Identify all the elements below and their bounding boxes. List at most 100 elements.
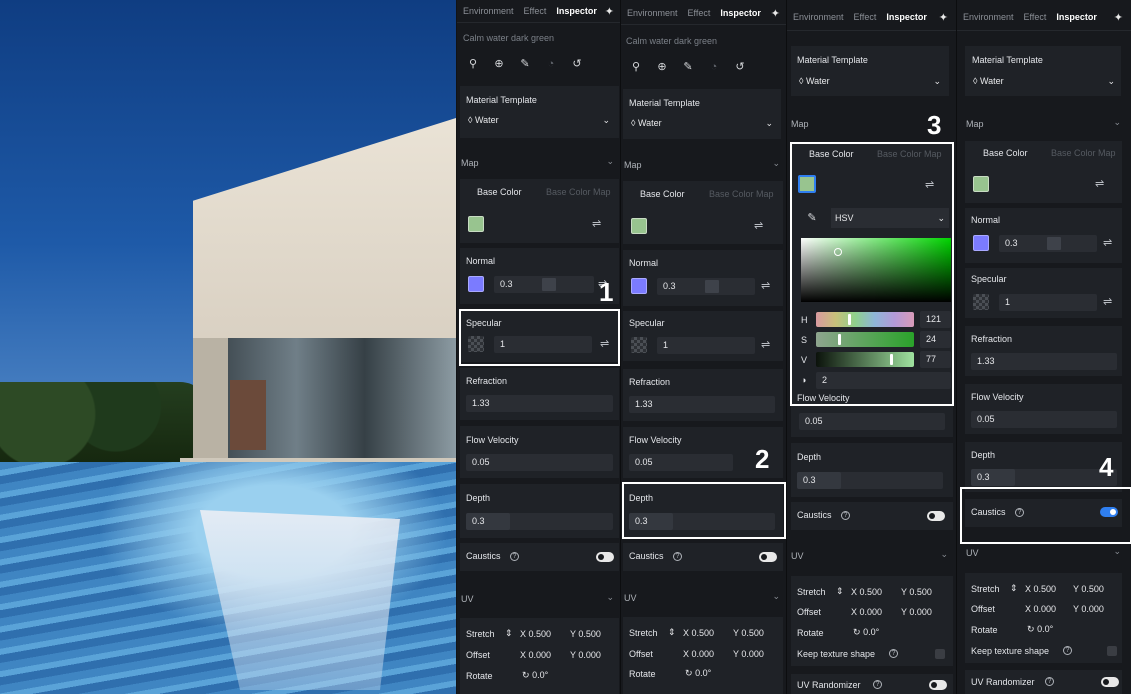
link-material-icon[interactable]: ⚲ [626,57,646,77]
material-template-dropdown[interactable]: ◊ Water ⌄ [464,110,614,130]
edit-material-icon[interactable]: ✎ [515,54,535,74]
tab-environment[interactable]: Environment [793,12,844,22]
tab-environment[interactable]: Environment [627,8,678,18]
link-icon[interactable]: ⇕ [1010,583,1018,594]
adjust-sliders-icon[interactable]: ⇌ [754,219,763,232]
specular-field[interactable]: 1 [999,294,1097,311]
add-material-icon[interactable]: ⊕ [489,54,509,74]
stretch-x-value[interactable]: 0.500 [860,587,883,597]
offset-y-value[interactable]: 0.000 [741,649,764,659]
chevron-down-icon[interactable]: ⌄ [606,156,614,167]
rotate-value[interactable]: 0.0° [695,668,711,678]
base-color-tab[interactable]: Base Color [640,189,685,199]
help-icon[interactable]: ? [510,552,519,561]
link-icon[interactable]: ⇕ [668,627,676,638]
tab-inspector[interactable]: Inspector [886,12,927,22]
base-color-tab[interactable]: Base Color [983,148,1028,158]
tab-effect[interactable]: Effect [1024,12,1047,22]
material-template-dropdown[interactable]: ◊ Water ⌄ [795,71,945,91]
adjust-sliders-icon[interactable]: ⇌ [761,338,770,351]
normal-color-swatch[interactable] [468,276,484,292]
keep-texture-shape-checkbox[interactable] [935,649,945,659]
adjust-sliders-icon[interactable]: ⇌ [1095,177,1104,190]
rotate-value[interactable]: 0.0° [863,627,879,637]
slider-thumb[interactable] [542,278,556,291]
stretch-y-value[interactable]: 0.500 [578,629,601,639]
specular-map-swatch[interactable] [973,294,989,310]
adjust-sliders-icon[interactable]: ⇌ [1103,295,1112,308]
normal-color-swatch[interactable] [631,278,647,294]
tab-inspector[interactable]: Inspector [1056,12,1097,22]
uv-randomizer-toggle[interactable] [1101,677,1119,687]
caustics-toggle[interactable] [927,511,945,521]
chevron-down-icon[interactable]: ⌄ [1113,546,1121,557]
link-icon[interactable]: ⇕ [836,586,844,597]
base-color-map-tab[interactable]: Base Color Map [709,189,774,199]
chevron-down-icon[interactable]: ⌄ [772,591,780,602]
help-icon[interactable]: ? [673,552,682,561]
stretch-y-value[interactable]: 0.500 [741,628,764,638]
reset-icon[interactable]: ↺ [567,54,587,74]
offset-x-value[interactable]: 0.000 [529,650,552,660]
base-color-map-tab[interactable]: Base Color Map [1051,148,1116,158]
depth-slider[interactable]: 0.3 [971,469,1117,486]
chevron-down-icon[interactable]: ⌄ [772,158,780,169]
specular-map-swatch[interactable] [631,337,647,353]
edit-material-icon[interactable]: ✎ [678,57,698,77]
rotate-value[interactable]: 0.0° [532,670,548,680]
stretch-x-value[interactable]: 0.500 [1034,584,1057,594]
offset-y-value[interactable]: 0.000 [1081,604,1104,614]
adjust-sliders-icon[interactable]: ⇌ [592,217,601,230]
keep-texture-shape-checkbox[interactable] [1107,646,1117,656]
offset-x-value[interactable]: 0.000 [860,607,883,617]
tab-inspector[interactable]: Inspector [556,6,597,16]
normal-value-slider[interactable]: 0.3 [657,278,755,295]
normal-value-slider[interactable]: 0.3 [999,235,1097,252]
base-color-swatch[interactable] [973,176,989,192]
normal-value-slider[interactable]: 0.3 [494,276,594,293]
depth-slider[interactable]: 0.3 [797,472,943,489]
add-material-icon[interactable]: ⊕ [652,57,672,77]
base-color-swatch[interactable] [468,216,484,232]
flow-velocity-field[interactable]: 0.05 [971,411,1117,428]
stretch-x-value[interactable]: 0.500 [692,628,715,638]
uv-randomizer-toggle[interactable] [929,680,947,690]
depth-slider[interactable]: 0.3 [466,513,613,530]
stretch-y-value[interactable]: 0.500 [909,587,932,597]
ai-sparkle-icon[interactable]: ✦ [771,7,780,20]
offset-x-value[interactable]: 0.000 [692,649,715,659]
tab-effect[interactable]: Effect [854,12,877,22]
flow-velocity-field[interactable]: 0.05 [799,413,945,430]
refraction-field[interactable]: 1.33 [466,395,613,412]
flow-velocity-field[interactable]: 0.05 [466,454,613,471]
normal-color-swatch[interactable] [973,235,989,251]
link-icon[interactable]: ⇕ [505,628,513,639]
offset-x-value[interactable]: 0.000 [1034,604,1057,614]
tab-effect[interactable]: Effect [524,6,547,16]
material-template-dropdown[interactable]: ◊ Water ⌄ [627,113,777,133]
base-color-swatch[interactable] [631,218,647,234]
caustics-toggle[interactable] [759,552,777,562]
help-icon[interactable]: ? [889,649,898,658]
tab-environment[interactable]: Environment [963,12,1014,22]
stretch-x-value[interactable]: 0.500 [529,629,552,639]
ai-sparkle-icon[interactable]: ✦ [939,11,948,24]
help-icon[interactable]: ? [1045,677,1054,686]
reset-icon[interactable]: ↺ [730,57,750,77]
caustics-toggle[interactable] [596,552,614,562]
tab-environment[interactable]: Environment [463,6,514,16]
base-color-tab[interactable]: Base Color [477,187,522,197]
chevron-down-icon[interactable]: ⌄ [940,549,948,560]
stretch-y-value[interactable]: 0.500 [1081,584,1104,594]
base-color-map-tab[interactable]: Base Color Map [546,187,611,197]
help-icon[interactable]: ? [1063,646,1072,655]
rotate-value[interactable]: 0.0° [1037,624,1053,634]
adjust-sliders-icon[interactable]: ⇌ [761,279,770,292]
adjust-sliders-icon[interactable]: ⇌ [1103,236,1112,249]
flow-velocity-field[interactable]: 0.05 [629,454,733,471]
ai-sparkle-icon[interactable]: ✦ [605,5,614,18]
disabled-action-icon[interactable]: ◔ [541,54,561,74]
offset-y-value[interactable]: 0.000 [909,607,932,617]
refraction-field[interactable]: 1.33 [971,353,1117,370]
tab-inspector[interactable]: Inspector [720,8,761,18]
